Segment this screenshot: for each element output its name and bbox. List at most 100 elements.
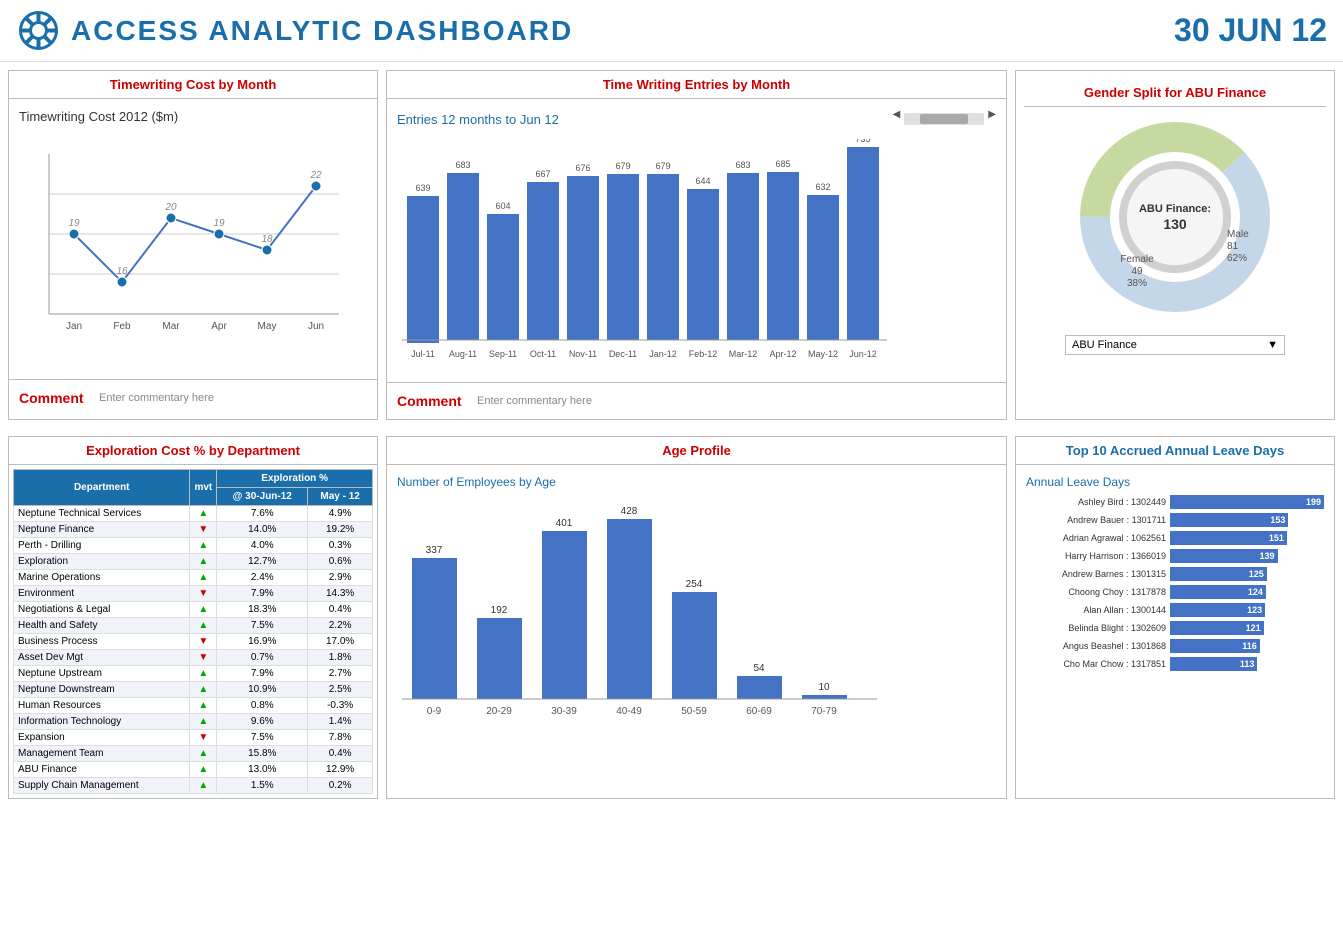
leave-bar: 124 xyxy=(1170,585,1266,599)
dropdown-arrow-icon: ▼ xyxy=(1267,339,1278,351)
table-row: Neptune Upstream ▲ 7.9% 2.7% xyxy=(14,666,373,682)
arrow-left[interactable]: ◀ xyxy=(893,109,901,129)
age-panel: Age Profile Number of Employees by Age 3… xyxy=(386,436,1007,799)
arrow-down-icon: ▼ xyxy=(198,588,208,599)
arrow-up-icon: ▲ xyxy=(198,668,208,679)
timewriting-title: Timewriting Cost by Month xyxy=(9,71,377,99)
date-val-cell: 4.0% xyxy=(217,538,308,554)
date-val-cell: 7.6% xyxy=(217,506,308,522)
arrow-up-icon: ▲ xyxy=(198,508,208,519)
list-item: Angus Beashel : 1301868 116 xyxy=(1026,639,1324,653)
leave-bar: 153 xyxy=(1170,513,1288,527)
list-item: Alan Allan : 1300144 123 xyxy=(1026,603,1324,617)
svg-text:30-39: 30-39 xyxy=(551,706,577,717)
date-val-cell: 10.9% xyxy=(217,682,308,698)
dept-name: Perth - Drilling xyxy=(14,538,190,554)
arrow-up-icon: ▲ xyxy=(198,556,208,567)
svg-text:644: 644 xyxy=(695,176,710,186)
app-title: ACCESS ANALYTIC DASHBOARD xyxy=(71,15,573,47)
list-item: Belinda Blight : 1302609 121 xyxy=(1026,621,1324,635)
may-val-cell: 0.3% xyxy=(308,538,373,554)
logo-icon xyxy=(16,8,61,53)
svg-text:19: 19 xyxy=(213,218,225,229)
leave-person-name: Belinda Blight : 1302609 xyxy=(1026,623,1166,633)
exploration-table-wrap: Department mvt Exploration % @ 30-Jun-12… xyxy=(9,465,377,798)
may-val-cell: 0.4% xyxy=(308,602,373,618)
svg-text:Apr: Apr xyxy=(211,321,227,332)
dept-name: Exploration xyxy=(14,554,190,570)
col-date: @ 30-Jun-12 xyxy=(217,488,308,506)
svg-text:Nov-11: Nov-11 xyxy=(569,349,597,359)
table-row: Expansion ▼ 7.5% 7.8% xyxy=(14,730,373,746)
may-val-cell: 2.5% xyxy=(308,682,373,698)
mvt-cell: ▲ xyxy=(190,666,217,682)
leave-value: 113 xyxy=(1240,659,1255,669)
table-row: Neptune Downstream ▲ 10.9% 2.5% xyxy=(14,682,373,698)
table-row: Management Team ▲ 15.8% 0.4% xyxy=(14,746,373,762)
svg-text:May-12: May-12 xyxy=(808,349,838,359)
svg-text:Oct-11: Oct-11 xyxy=(530,349,556,359)
leave-value: 124 xyxy=(1248,587,1263,597)
leave-value: 125 xyxy=(1249,569,1264,579)
arrow-up-icon: ▲ xyxy=(198,540,208,551)
mvt-cell: ▲ xyxy=(190,554,217,570)
leave-panel: Top 10 Accrued Annual Leave Days Annual … xyxy=(1015,436,1335,799)
svg-text:22: 22 xyxy=(309,170,322,181)
chart-nav-arrows[interactable]: ◀ ▶ xyxy=(893,109,996,129)
leave-value: 139 xyxy=(1260,551,1275,561)
date-val-cell: 7.5% xyxy=(217,618,308,634)
date-val-cell: 7.5% xyxy=(217,730,308,746)
may-val-cell: 0.4% xyxy=(308,746,373,762)
leave-bar-wrap: 113 xyxy=(1170,657,1324,671)
svg-text:49: 49 xyxy=(1131,266,1143,277)
donut-svg: ABU Finance: 130 Female 49 38% Male 81 6… xyxy=(1075,117,1275,317)
svg-text:20: 20 xyxy=(164,202,177,213)
may-val-cell: 17.0% xyxy=(308,634,373,650)
dept-name: Negotiations & Legal xyxy=(14,602,190,618)
leave-bar-wrap: 124 xyxy=(1170,585,1324,599)
dept-name: Expansion xyxy=(14,730,190,746)
dept-name: Supply Chain Management xyxy=(14,778,190,794)
table-row: Supply Chain Management ▲ 1.5% 0.2% xyxy=(14,778,373,794)
may-val-cell: 19.2% xyxy=(308,522,373,538)
gender-title: Gender Split for ABU Finance xyxy=(1024,79,1326,107)
svg-text:0-9: 0-9 xyxy=(427,706,442,717)
table-row: Marine Operations ▲ 2.4% 2.9% xyxy=(14,570,373,586)
svg-text:May: May xyxy=(258,321,277,332)
dept-name: Management Team xyxy=(14,746,190,762)
mvt-cell: ▲ xyxy=(190,506,217,522)
mvt-cell: ▲ xyxy=(190,778,217,794)
svg-text:Mar-12: Mar-12 xyxy=(729,349,758,359)
date-val-cell: 7.9% xyxy=(217,666,308,682)
svg-text:632: 632 xyxy=(815,182,830,192)
svg-text:401: 401 xyxy=(556,518,573,529)
arrow-down-icon: ▼ xyxy=(198,636,208,647)
svg-text:604: 604 xyxy=(495,201,510,211)
list-item: Andrew Bauer : 1301711 153 xyxy=(1026,513,1324,527)
mvt-cell: ▲ xyxy=(190,746,217,762)
svg-text:683: 683 xyxy=(735,160,750,170)
age-chart-label: Number of Employees by Age xyxy=(397,475,996,489)
list-item: Adrian Agrawal : 1062561 151 xyxy=(1026,531,1324,545)
tw-comment-label: Comment xyxy=(19,390,89,406)
svg-text:Jun-12: Jun-12 xyxy=(849,349,877,359)
svg-text:18: 18 xyxy=(261,234,273,245)
date-val-cell: 0.8% xyxy=(217,698,308,714)
table-row: Negotiations & Legal ▲ 18.3% 0.4% xyxy=(14,602,373,618)
gender-dropdown-row: ABU Finance ▼ xyxy=(1024,335,1326,355)
svg-text:676: 676 xyxy=(575,163,590,173)
dept-name: Environment xyxy=(14,586,190,602)
table-row: Asset Dev Mgt ▼ 0.7% 1.8% xyxy=(14,650,373,666)
gender-dropdown[interactable]: ABU Finance ▼ xyxy=(1065,335,1285,355)
may-val-cell: 4.9% xyxy=(308,506,373,522)
svg-text:10: 10 xyxy=(818,682,830,693)
svg-text:70-79: 70-79 xyxy=(811,706,837,717)
arrow-up-icon: ▲ xyxy=(198,604,208,615)
svg-text:130: 130 xyxy=(1163,216,1187,232)
arrow-right[interactable]: ▶ xyxy=(988,109,996,129)
svg-text:Dec-11: Dec-11 xyxy=(609,349,637,359)
may-val-cell: 1.8% xyxy=(308,650,373,666)
dept-name: Neptune Technical Services xyxy=(14,506,190,522)
leave-bar: 113 xyxy=(1170,657,1257,671)
arrow-up-icon: ▲ xyxy=(198,748,208,759)
